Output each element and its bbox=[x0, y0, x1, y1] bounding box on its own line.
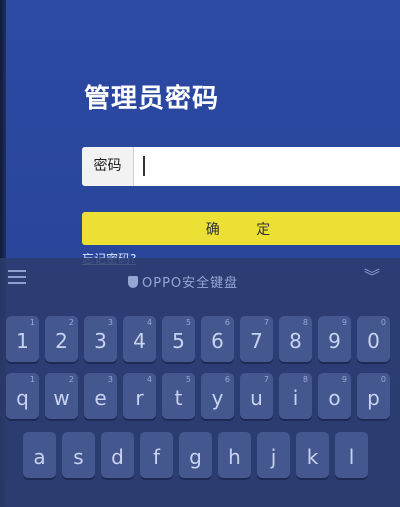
key-t[interactable]: t5 bbox=[162, 373, 195, 419]
key-label: 8 bbox=[289, 329, 302, 353]
key-label: 5 bbox=[172, 329, 185, 353]
key-7[interactable]: 77 bbox=[240, 316, 273, 362]
key-hint: 3 bbox=[107, 318, 113, 327]
key-label: 3 bbox=[94, 329, 107, 353]
key-label: s bbox=[73, 445, 84, 469]
menu-icon[interactable] bbox=[8, 270, 26, 284]
key-s[interactable]: s bbox=[62, 432, 95, 478]
key-d[interactable]: d bbox=[101, 432, 134, 478]
key-hint: 7 bbox=[263, 318, 269, 327]
key-i[interactable]: i8 bbox=[279, 373, 312, 419]
key-hint: 5 bbox=[185, 375, 191, 384]
key-label: a bbox=[33, 445, 46, 469]
password-label: 密码 bbox=[82, 147, 134, 186]
key-hint: 8 bbox=[302, 318, 308, 327]
shield-icon bbox=[128, 276, 138, 288]
key-hint: 3 bbox=[107, 375, 113, 384]
key-1[interactable]: 11 bbox=[6, 316, 39, 362]
key-label: e bbox=[94, 386, 107, 410]
key-label: 7 bbox=[250, 329, 263, 353]
key-9[interactable]: 99 bbox=[318, 316, 351, 362]
key-hint: 1 bbox=[29, 375, 35, 384]
text-caret bbox=[143, 156, 145, 176]
key-label: 2 bbox=[55, 329, 68, 353]
password-field[interactable]: 密码 bbox=[82, 147, 400, 186]
key-k[interactable]: k bbox=[296, 432, 329, 478]
key-label: u bbox=[250, 386, 263, 410]
key-hint: 0 bbox=[380, 375, 386, 384]
key-6[interactable]: 66 bbox=[201, 316, 234, 362]
number-row: 11223344556677889900 bbox=[0, 316, 400, 362]
key-hint: 9 bbox=[341, 375, 347, 384]
key-y[interactable]: y6 bbox=[201, 373, 234, 419]
key-hint: 8 bbox=[302, 375, 308, 384]
key-label: j bbox=[270, 445, 277, 469]
key-label: y bbox=[211, 386, 224, 410]
secure-keyboard: OPPO安全键盘 ︾ 11223344556677889900 q1w2e3r4… bbox=[0, 258, 400, 507]
collapse-keyboard-icon[interactable]: ︾ bbox=[364, 269, 380, 285]
key-w[interactable]: w2 bbox=[45, 373, 78, 419]
key-4[interactable]: 44 bbox=[123, 316, 156, 362]
letter-row-home: asdfghjkl bbox=[0, 432, 400, 478]
keyboard-title-text: OPPO安全键盘 bbox=[142, 276, 239, 291]
key-g[interactable]: g bbox=[179, 432, 212, 478]
key-a[interactable]: a bbox=[23, 432, 56, 478]
key-hint: 6 bbox=[224, 375, 230, 384]
key-label: 0 bbox=[367, 329, 380, 353]
key-hint: 7 bbox=[263, 375, 269, 384]
key-label: 4 bbox=[133, 329, 146, 353]
password-input[interactable] bbox=[134, 147, 400, 186]
key-l[interactable]: l bbox=[335, 432, 368, 478]
keyboard-toolbar: OPPO安全键盘 ︾ bbox=[0, 258, 400, 298]
letter-row-top: q1w2e3r4t5y6u7i8o9p0 bbox=[0, 373, 400, 419]
key-label: 9 bbox=[328, 329, 341, 353]
key-label: h bbox=[228, 445, 241, 469]
key-label: l bbox=[348, 445, 355, 469]
key-hint: 6 bbox=[224, 318, 230, 327]
key-hint: 4 bbox=[146, 318, 152, 327]
key-label: t bbox=[174, 386, 183, 410]
admin-password-screen: 管理员密码 密码 确 定 忘记密码? OPPO安全键盘 ︾ 1122334455… bbox=[0, 0, 400, 507]
key-hint: 5 bbox=[185, 318, 191, 327]
key-0[interactable]: 00 bbox=[357, 316, 390, 362]
key-hint: 4 bbox=[146, 375, 152, 384]
key-p[interactable]: p0 bbox=[357, 373, 390, 419]
key-8[interactable]: 88 bbox=[279, 316, 312, 362]
keyboard-title: OPPO安全键盘 bbox=[128, 272, 238, 291]
key-label: w bbox=[53, 386, 70, 410]
key-h[interactable]: h bbox=[218, 432, 251, 478]
key-label: i bbox=[292, 386, 299, 410]
key-label: 6 bbox=[211, 329, 224, 353]
key-label: o bbox=[328, 386, 341, 410]
key-f[interactable]: f bbox=[140, 432, 173, 478]
key-label: k bbox=[306, 445, 319, 469]
key-q[interactable]: q1 bbox=[6, 373, 39, 419]
key-label: p bbox=[367, 386, 380, 410]
key-hint: 0 bbox=[380, 318, 386, 327]
key-label: f bbox=[152, 445, 161, 469]
key-label: r bbox=[135, 386, 144, 410]
key-3[interactable]: 33 bbox=[84, 316, 117, 362]
key-2[interactable]: 22 bbox=[45, 316, 78, 362]
key-5[interactable]: 55 bbox=[162, 316, 195, 362]
key-e[interactable]: e3 bbox=[84, 373, 117, 419]
key-label: d bbox=[111, 445, 124, 469]
key-u[interactable]: u7 bbox=[240, 373, 273, 419]
key-r[interactable]: r4 bbox=[123, 373, 156, 419]
page-title: 管理员密码 bbox=[84, 84, 220, 114]
key-hint: 2 bbox=[68, 375, 74, 384]
key-o[interactable]: o9 bbox=[318, 373, 351, 419]
key-j[interactable]: j bbox=[257, 432, 290, 478]
key-label: q bbox=[16, 386, 29, 410]
confirm-button[interactable]: 确 定 bbox=[82, 212, 400, 245]
key-label: g bbox=[189, 445, 202, 469]
key-hint: 2 bbox=[68, 318, 74, 327]
key-label: 1 bbox=[16, 329, 29, 353]
key-hint: 1 bbox=[29, 318, 35, 327]
key-hint: 9 bbox=[341, 318, 347, 327]
